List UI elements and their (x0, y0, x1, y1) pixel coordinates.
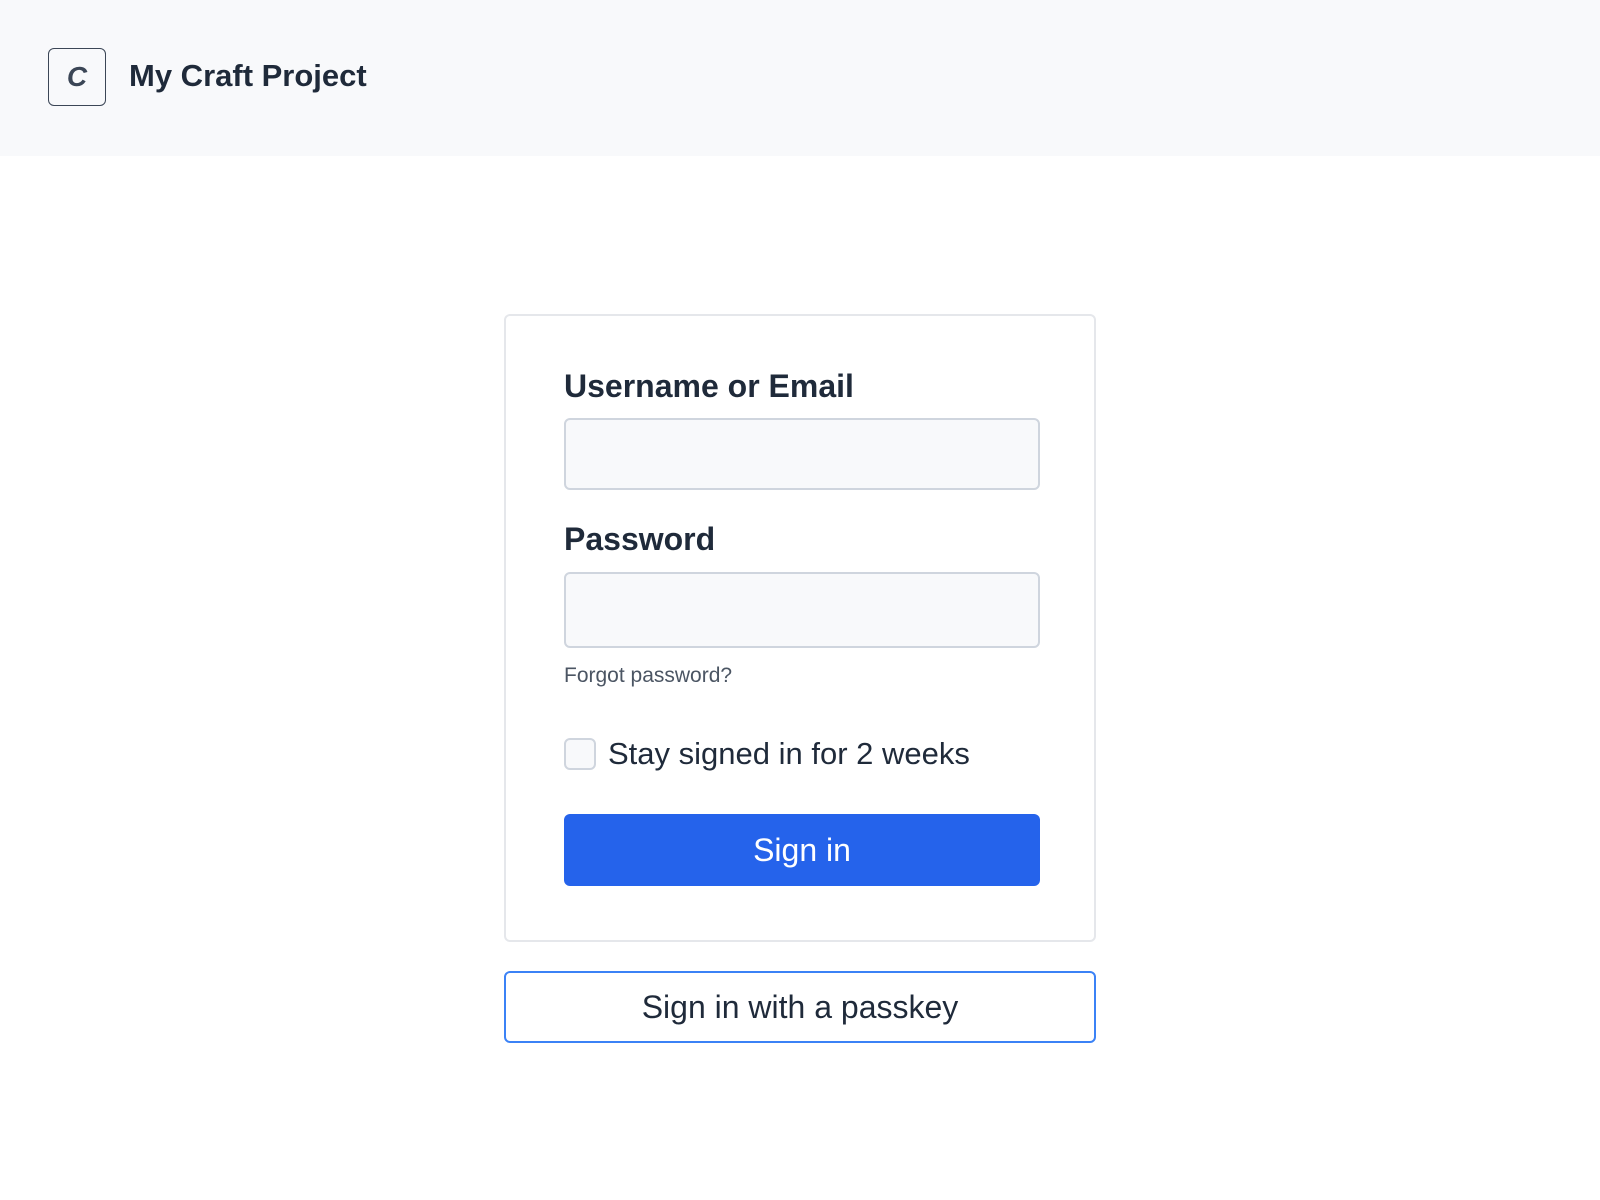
forgot-password-link[interactable]: Forgot password? (564, 662, 732, 690)
site-logo-icon[interactable]: C (48, 48, 106, 106)
passkey-sign-in-button[interactable]: Sign in with a passkey (504, 971, 1096, 1043)
password-input[interactable] (564, 572, 1040, 648)
site-name[interactable]: My Craft Project (129, 56, 367, 96)
login-form: Username or Email Password Forgot passwo… (504, 314, 1096, 942)
username-label: Username or Email (564, 368, 854, 404)
remember-me-checkbox[interactable] (564, 738, 596, 770)
password-label: Password (564, 521, 716, 557)
top-bar: C My Craft Project (0, 0, 1600, 156)
username-input[interactable] (564, 418, 1040, 490)
sign-in-button[interactable]: Sign in (564, 814, 1040, 886)
remember-me-label[interactable]: Stay signed in for 2 weeks (608, 734, 970, 774)
